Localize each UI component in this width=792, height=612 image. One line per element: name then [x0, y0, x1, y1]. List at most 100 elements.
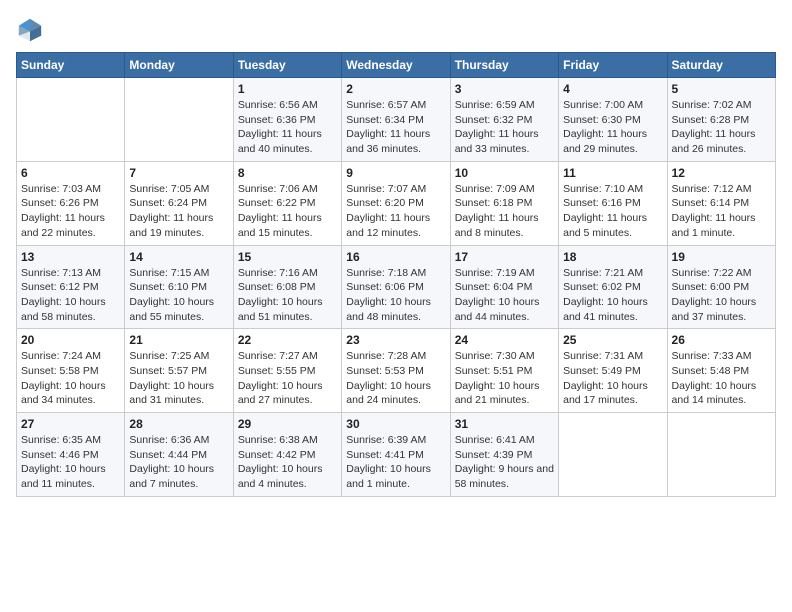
week-row-3: 13 Sunrise: 7:13 AMSunset: 6:12 PMDayligh… [17, 245, 776, 329]
weekday-header-monday: Monday [125, 53, 233, 78]
day-number: 11 [563, 166, 662, 180]
day-info: Sunrise: 7:02 AMSunset: 6:28 PMDaylight:… [672, 98, 771, 157]
weekday-header-wednesday: Wednesday [342, 53, 450, 78]
calendar-cell: 21Sunrise: 7:25 AMSunset: 5:57 PMDayligh… [125, 329, 233, 413]
day-number: 5 [672, 82, 771, 96]
weekday-header-friday: Friday [559, 53, 667, 78]
calendar-cell: 4Sunrise: 7:00 AMSunset: 6:30 PMDaylight… [559, 78, 667, 162]
calendar-cell [125, 78, 233, 162]
day-info: Sunrise: 7:18 AMSunset: 6:06 PMDaylight:… [346, 266, 445, 325]
weekday-header-saturday: Saturday [667, 53, 775, 78]
day-number: 27 [21, 417, 120, 431]
day-info: Sunrise: 7:05 AMSunset: 6:24 PMDaylight:… [129, 182, 228, 241]
calendar-cell: 6 Sunrise: 7:03 AMSunset: 6:26 PMDaylight… [17, 161, 125, 245]
calendar-cell: 19 Sunrise: 7:22 AMSunset: 6:00 PMDayligh… [667, 245, 775, 329]
calendar-cell: 29Sunrise: 6:38 AMSunset: 4:42 PMDayligh… [233, 413, 341, 497]
day-number: 10 [455, 166, 554, 180]
day-info: Sunrise: 7:27 AMSunset: 5:55 PMDaylight:… [238, 349, 337, 408]
day-number: 23 [346, 333, 445, 347]
calendar-cell: 28 Sunrise: 6:36 AMSunset: 4:44 PMDayligh… [125, 413, 233, 497]
weekday-header-tuesday: Tuesday [233, 53, 341, 78]
calendar-cell [667, 413, 775, 497]
calendar-cell [559, 413, 667, 497]
calendar-cell: 31 Sunrise: 6:41 AMSunset: 4:39 PMDayligh… [450, 413, 558, 497]
calendar-cell [17, 78, 125, 162]
day-number: 12 [672, 166, 771, 180]
calendar-cell: 10 Sunrise: 7:09 AMSunset: 6:18 PMDayligh… [450, 161, 558, 245]
day-info: Sunrise: 7:24 AMSunset: 5:58 PMDaylight:… [21, 349, 120, 408]
day-info: Sunrise: 7:19 AMSunset: 6:04 PMDaylight:… [455, 266, 554, 325]
day-info: Sunrise: 7:12 AMSunset: 6:14 PMDaylight:… [672, 182, 771, 241]
calendar-table: SundayMondayTuesdayWednesdayThursdayFrid… [16, 52, 776, 497]
logo [16, 16, 48, 44]
calendar-cell: 25Sunrise: 7:31 AMSunset: 5:49 PMDayligh… [559, 329, 667, 413]
page-header [16, 16, 776, 44]
day-info: Sunrise: 7:06 AMSunset: 6:22 PMDaylight:… [238, 182, 337, 241]
calendar-cell: 30 Sunrise: 6:39 AMSunset: 4:41 PMDayligh… [342, 413, 450, 497]
calendar-cell: 7 Sunrise: 7:05 AMSunset: 6:24 PMDaylight… [125, 161, 233, 245]
calendar-cell: 17 Sunrise: 7:19 AMSunset: 6:04 PMDayligh… [450, 245, 558, 329]
day-info: Sunrise: 6:35 AMSunset: 4:46 PMDaylight:… [21, 433, 120, 492]
day-info: Sunrise: 7:03 AMSunset: 6:26 PMDaylight:… [21, 182, 120, 241]
day-info: Sunrise: 7:16 AMSunset: 6:08 PMDaylight:… [238, 266, 337, 325]
day-info: Sunrise: 6:56 AMSunset: 6:36 PMDaylight:… [238, 98, 337, 157]
calendar-cell: 16Sunrise: 7:18 AMSunset: 6:06 PMDayligh… [342, 245, 450, 329]
calendar-cell: 8 Sunrise: 7:06 AMSunset: 6:22 PMDaylight… [233, 161, 341, 245]
calendar-cell: 26 Sunrise: 7:33 AMSunset: 5:48 PMDayligh… [667, 329, 775, 413]
day-number: 17 [455, 250, 554, 264]
calendar-cell: 18Sunrise: 7:21 AMSunset: 6:02 PMDayligh… [559, 245, 667, 329]
day-number: 25 [563, 333, 662, 347]
calendar-cell: 13 Sunrise: 7:13 AMSunset: 6:12 PMDayligh… [17, 245, 125, 329]
day-number: 13 [21, 250, 120, 264]
calendar-cell: 15Sunrise: 7:16 AMSunset: 6:08 PMDayligh… [233, 245, 341, 329]
day-number: 19 [672, 250, 771, 264]
day-info: Sunrise: 7:09 AMSunset: 6:18 PMDaylight:… [455, 182, 554, 241]
calendar-cell: 27 Sunrise: 6:35 AMSunset: 4:46 PMDayligh… [17, 413, 125, 497]
day-number: 3 [455, 82, 554, 96]
calendar-cell: 22 Sunrise: 7:27 AMSunset: 5:55 PMDayligh… [233, 329, 341, 413]
day-info: Sunrise: 7:07 AMSunset: 6:20 PMDaylight:… [346, 182, 445, 241]
calendar-cell: 9 Sunrise: 7:07 AMSunset: 6:20 PMDaylight… [342, 161, 450, 245]
day-info: Sunrise: 6:59 AMSunset: 6:32 PMDaylight:… [455, 98, 554, 157]
day-info: Sunrise: 7:00 AMSunset: 6:30 PMDaylight:… [563, 98, 662, 157]
day-info: Sunrise: 7:13 AMSunset: 6:12 PMDaylight:… [21, 266, 120, 325]
day-info: Sunrise: 7:22 AMSunset: 6:00 PMDaylight:… [672, 266, 771, 325]
calendar-cell: 11 Sunrise: 7:10 AMSunset: 6:16 PMDayligh… [559, 161, 667, 245]
day-info: Sunrise: 6:36 AMSunset: 4:44 PMDaylight:… [129, 433, 228, 492]
day-info: Sunrise: 7:33 AMSunset: 5:48 PMDaylight:… [672, 349, 771, 408]
day-number: 8 [238, 166, 337, 180]
day-number: 26 [672, 333, 771, 347]
day-number: 31 [455, 417, 554, 431]
calendar-cell: 2 Sunrise: 6:57 AMSunset: 6:34 PMDaylight… [342, 78, 450, 162]
day-info: Sunrise: 7:28 AMSunset: 5:53 PMDaylight:… [346, 349, 445, 408]
day-number: 9 [346, 166, 445, 180]
day-number: 30 [346, 417, 445, 431]
day-number: 1 [238, 82, 337, 96]
day-number: 20 [21, 333, 120, 347]
week-row-2: 6 Sunrise: 7:03 AMSunset: 6:26 PMDaylight… [17, 161, 776, 245]
day-number: 22 [238, 333, 337, 347]
day-info: Sunrise: 6:39 AMSunset: 4:41 PMDaylight:… [346, 433, 445, 492]
week-row-1: 1 Sunrise: 6:56 AMSunset: 6:36 PMDaylight… [17, 78, 776, 162]
day-info: Sunrise: 7:25 AMSunset: 5:57 PMDaylight:… [129, 349, 228, 408]
day-info: Sunrise: 7:10 AMSunset: 6:16 PMDaylight:… [563, 182, 662, 241]
day-number: 29 [238, 417, 337, 431]
calendar-cell: 14Sunrise: 7:15 AMSunset: 6:10 PMDayligh… [125, 245, 233, 329]
weekday-header-row: SundayMondayTuesdayWednesdayThursdayFrid… [17, 53, 776, 78]
week-row-4: 20 Sunrise: 7:24 AMSunset: 5:58 PMDayligh… [17, 329, 776, 413]
day-info: Sunrise: 6:41 AMSunset: 4:39 PMDaylight:… [455, 433, 554, 492]
day-info: Sunrise: 7:30 AMSunset: 5:51 PMDaylight:… [455, 349, 554, 408]
day-number: 6 [21, 166, 120, 180]
weekday-header-sunday: Sunday [17, 53, 125, 78]
calendar-cell: 3 Sunrise: 6:59 AMSunset: 6:32 PMDaylight… [450, 78, 558, 162]
day-number: 14 [129, 250, 228, 264]
day-number: 28 [129, 417, 228, 431]
day-number: 2 [346, 82, 445, 96]
day-info: Sunrise: 6:57 AMSunset: 6:34 PMDaylight:… [346, 98, 445, 157]
calendar-cell: 1 Sunrise: 6:56 AMSunset: 6:36 PMDaylight… [233, 78, 341, 162]
calendar-cell: 20 Sunrise: 7:24 AMSunset: 5:58 PMDayligh… [17, 329, 125, 413]
day-number: 7 [129, 166, 228, 180]
calendar-cell: 12 Sunrise: 7:12 AMSunset: 6:14 PMDayligh… [667, 161, 775, 245]
day-number: 18 [563, 250, 662, 264]
logo-icon [16, 16, 44, 44]
